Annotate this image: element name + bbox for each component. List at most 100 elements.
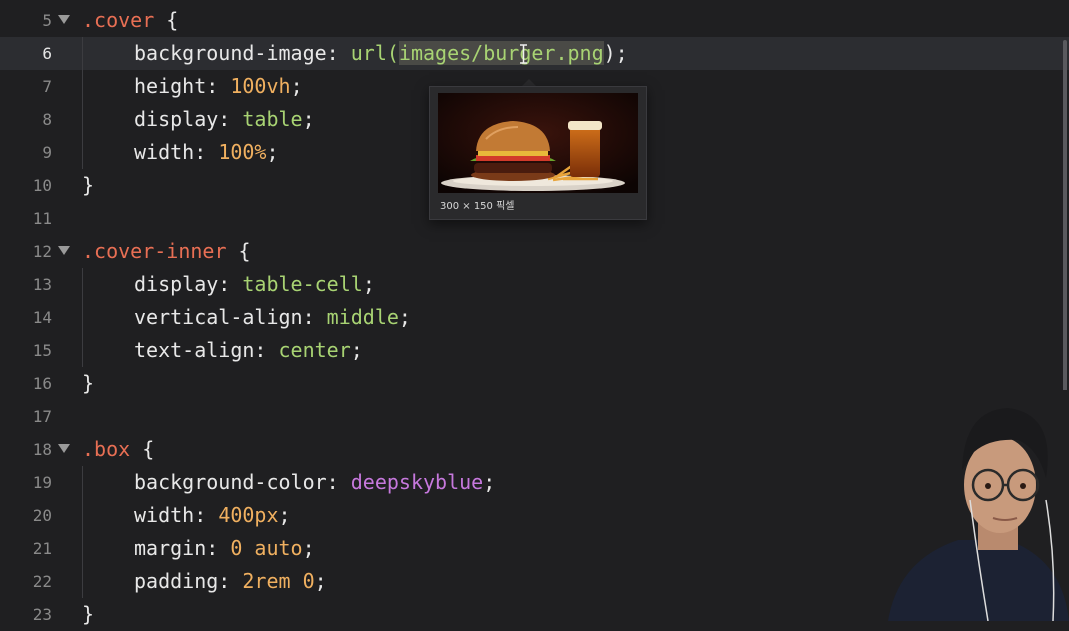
- code-text: margin: 0 auto;: [134, 532, 315, 565]
- presenter-webcam: [878, 390, 1069, 621]
- code-token: ;: [398, 305, 411, 329]
- code-token: ;: [302, 536, 315, 560]
- indent-guide: [82, 268, 83, 301]
- code-token: 2rem 0: [242, 569, 315, 593]
- code-token: ;: [278, 503, 291, 527]
- code-text: }: [82, 367, 94, 400]
- vertical-scrollbar[interactable]: [1063, 40, 1067, 410]
- code-token: ;: [362, 272, 375, 296]
- code-token: ;: [266, 140, 279, 164]
- line-number: 11: [32, 209, 52, 228]
- line-number: 6: [42, 44, 52, 63]
- code-token: :: [218, 272, 243, 296]
- code-text: vertical-align: middle;: [134, 301, 411, 334]
- code-token: middle: [326, 305, 399, 329]
- code-token: text-align: [134, 338, 255, 362]
- code-token: images/burger.png: [398, 41, 604, 65]
- code-line[interactable]: 6 background-image: url(images/burger.png…: [0, 37, 1069, 70]
- code-text: display: table-cell;: [134, 268, 375, 301]
- code-text: height: 100vh;: [134, 70, 303, 103]
- code-token: 0 auto: [230, 536, 303, 560]
- code-token: :: [206, 536, 231, 560]
- indent-guide: [82, 532, 83, 565]
- code-token: deepskyblue: [350, 470, 484, 494]
- code-text: }: [82, 598, 94, 631]
- code-text: .cover {: [82, 4, 178, 37]
- line-number: 16: [32, 374, 52, 393]
- code-text: width: 400px;: [134, 499, 291, 532]
- indent-guide: [82, 499, 83, 532]
- code-token: table: [242, 107, 303, 131]
- indent-guide: [82, 466, 83, 499]
- code-text: .cover-inner {: [82, 235, 251, 268]
- code-token: width: [134, 503, 195, 527]
- line-number: 5: [42, 11, 52, 30]
- code-token: 100%: [218, 140, 267, 164]
- code-token: ;: [350, 338, 363, 362]
- code-line[interactable]: 13 display: table-cell;: [0, 268, 1069, 301]
- code-token: }: [82, 602, 95, 626]
- code-text: padding: 2rem 0;: [134, 565, 327, 598]
- line-number: 21: [32, 539, 52, 558]
- code-token: }: [82, 173, 95, 197]
- code-token: );: [603, 41, 628, 65]
- code-text: }: [82, 169, 94, 202]
- code-token: width: [134, 140, 195, 164]
- indent-guide: [82, 70, 83, 103]
- burger-image-preview: [438, 93, 638, 193]
- line-number: 15: [32, 341, 52, 360]
- code-token: :: [194, 140, 219, 164]
- indent-guide: [82, 37, 83, 70]
- line-number: 9: [42, 143, 52, 162]
- code-token: table-cell: [242, 272, 363, 296]
- code-token: .cover: [82, 8, 155, 32]
- indent-guide: [82, 334, 83, 367]
- code-token: {: [130, 437, 155, 461]
- code-token: padding: [134, 569, 219, 593]
- code-text: .box {: [82, 433, 154, 466]
- code-token: display: [134, 107, 219, 131]
- code-token: :: [326, 470, 351, 494]
- indent-guide: [82, 565, 83, 598]
- code-line[interactable]: 5 .cover {: [0, 4, 1069, 37]
- code-text: text-align: center;: [134, 334, 363, 367]
- indent-guide: [82, 301, 83, 334]
- line-number: 20: [32, 506, 52, 525]
- code-token: .box: [82, 437, 131, 461]
- line-number: 18: [32, 440, 52, 459]
- code-line[interactable]: 12 .cover-inner {: [0, 235, 1069, 268]
- fold-arrow-icon[interactable]: [58, 15, 70, 24]
- image-preview-tooltip: 300 × 150 픽셀: [429, 86, 647, 220]
- code-token: height: [134, 74, 207, 98]
- code-token: ;: [314, 569, 327, 593]
- code-line[interactable]: 15 text-align: center;: [0, 334, 1069, 367]
- line-number: 8: [42, 110, 52, 129]
- code-token: background-color: [134, 470, 327, 494]
- line-number: 13: [32, 275, 52, 294]
- code-token: 100vh: [230, 74, 291, 98]
- code-token: :: [254, 338, 279, 362]
- code-token: margin: [134, 536, 207, 560]
- code-text: width: 100%;: [134, 136, 279, 169]
- fold-arrow-icon[interactable]: [58, 444, 70, 453]
- code-text: background-color: deepskyblue;: [134, 466, 495, 499]
- line-number: 7: [42, 77, 52, 96]
- code-text: display: table;: [134, 103, 315, 136]
- text-cursor-icon: [520, 44, 527, 64]
- code-token: :: [326, 41, 351, 65]
- code-token: background-image: [134, 41, 327, 65]
- code-line[interactable]: 14 vertical-align: middle;: [0, 301, 1069, 334]
- code-token: :: [302, 305, 327, 329]
- code-token: url(: [350, 41, 399, 65]
- line-number: 17: [32, 407, 52, 426]
- code-token: :: [206, 74, 231, 98]
- code-token: display: [134, 272, 219, 296]
- image-dimensions-caption: 300 × 150 픽셀: [440, 201, 515, 212]
- line-number: 12: [32, 242, 52, 261]
- line-number: 23: [32, 605, 52, 624]
- code-token: :: [194, 503, 219, 527]
- code-token: {: [226, 239, 251, 263]
- fold-arrow-icon[interactable]: [58, 246, 70, 255]
- code-token: 400px: [218, 503, 279, 527]
- code-token: :: [218, 107, 243, 131]
